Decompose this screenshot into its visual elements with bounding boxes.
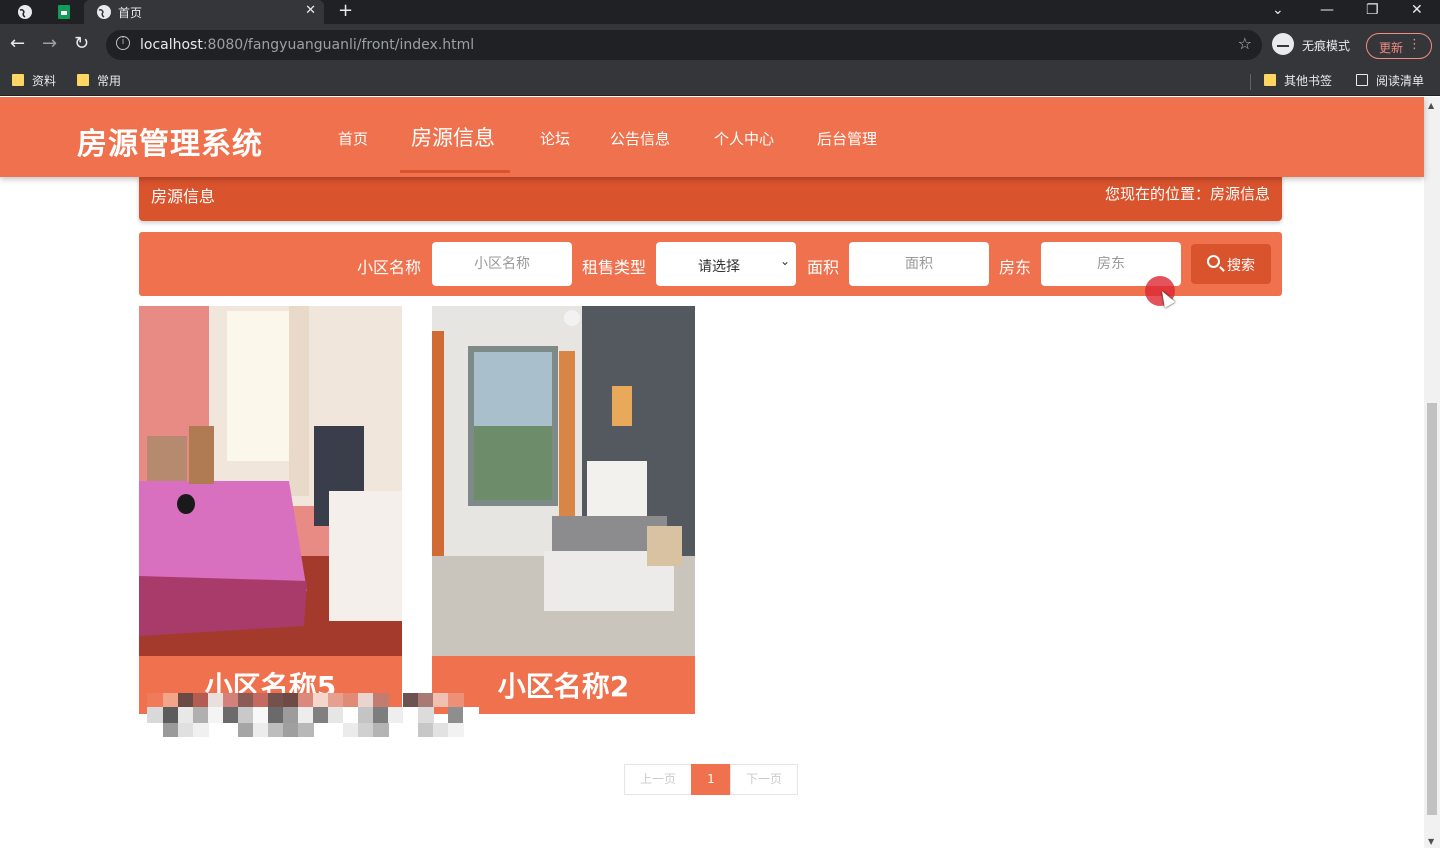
community-label: 小区名称	[357, 258, 422, 277]
search-icon	[1207, 255, 1220, 268]
url-text[interactable]: localhost:8080/fangyuanguanli/front/inde…	[140, 37, 474, 53]
reload-icon[interactable]: ↻	[74, 34, 89, 54]
restore-icon[interactable]: ❐	[1366, 2, 1379, 18]
incognito-icon	[1272, 33, 1294, 55]
section-title: 房源信息	[151, 187, 216, 206]
chevron-down-icon[interactable]: ⌄	[1272, 2, 1284, 18]
bookmarks-bar: 资料 常用 其他书签 阅读清单	[0, 66, 1440, 96]
close-window-icon[interactable]: ✕	[1411, 2, 1423, 18]
tab-title: 首页	[118, 6, 143, 20]
nav-personal-center[interactable]: 个人中心	[714, 128, 774, 149]
minimize-icon[interactable]: —	[1320, 2, 1334, 18]
search-button[interactable]: 搜索	[1191, 244, 1271, 284]
next-page-button[interactable]: 下一页	[730, 764, 798, 795]
forward-icon[interactable]: →	[42, 34, 57, 54]
site-title: 房源管理系统	[77, 127, 263, 162]
site-header: 房源管理系统 首页 房源信息 论坛 公告信息 个人中心 后台管理	[0, 97, 1424, 177]
scroll-down-icon[interactable]: ▼	[1428, 837, 1434, 846]
tab-home[interactable]: 首页 ✕	[84, 0, 324, 24]
prev-page-button[interactable]: 上一页	[624, 764, 692, 795]
address-bar[interactable]: i localhost:8080/fangyuanguanli/front/in…	[106, 30, 1262, 60]
community-input[interactable]	[432, 242, 572, 286]
divider	[1250, 74, 1251, 90]
nav-forum[interactable]: 论坛	[540, 128, 570, 149]
other-bookmarks[interactable]: 其他书签	[1264, 72, 1332, 90]
breadcrumb: 房源信息 您现在的位置：房源信息	[139, 175, 1282, 221]
folder-icon	[12, 74, 24, 86]
close-icon[interactable]: ✕	[305, 3, 316, 18]
page-scrollbar[interactable]: ▲ ▼	[1424, 97, 1440, 848]
reading-list[interactable]: 阅读清单	[1356, 72, 1424, 90]
scroll-up-icon[interactable]: ▲	[1428, 101, 1434, 110]
bookmark-folder[interactable]: 资料	[12, 72, 56, 90]
chevron-down-icon: ⌄	[779, 254, 790, 268]
location-text: 您现在的位置：房源信息	[1104, 185, 1270, 203]
plus-icon[interactable]: +	[338, 0, 353, 21]
type-label: 租售类型	[582, 258, 647, 277]
globe-icon	[97, 5, 111, 19]
back-icon[interactable]: ←	[10, 34, 25, 54]
more-icon: ⋮	[1408, 37, 1421, 52]
active-nav-underline	[400, 170, 510, 173]
listing-photo[interactable]	[139, 306, 402, 656]
page-1-button[interactable]: 1	[691, 764, 731, 795]
nav-home[interactable]: 首页	[338, 128, 368, 149]
nav-admin[interactable]: 后台管理	[817, 128, 877, 149]
listing-card[interactable]: 小区名称5	[139, 306, 402, 714]
browser-toolbar: ← → ↻ i localhost:8080/fangyuanguanli/fr…	[0, 24, 1440, 66]
page-content: 房源管理系统 首页 房源信息 论坛 公告信息 个人中心 后台管理 房源信息 您现…	[0, 97, 1440, 848]
bookmark-folder[interactable]: 常用	[77, 72, 121, 90]
globe-icon[interactable]	[17, 4, 33, 20]
pixelated-overlay	[147, 693, 479, 737]
nav-listings[interactable]: 房源信息	[411, 122, 495, 152]
update-button[interactable]: 更新 ⋮	[1366, 33, 1432, 59]
sheets-icon[interactable]	[56, 4, 72, 20]
reading-list-icon	[1356, 74, 1368, 86]
landlord-label: 房东	[999, 258, 1032, 277]
scroll-thumb[interactable]	[1427, 403, 1437, 815]
folder-icon	[1264, 74, 1276, 86]
nav-announcements[interactable]: 公告信息	[610, 128, 670, 149]
area-label: 面积	[807, 258, 840, 277]
folder-icon	[77, 74, 89, 86]
type-select[interactable]: 请选择 ⌄	[656, 242, 796, 286]
search-bar: 小区名称 租售类型 请选择 ⌄ 面积 房东 搜索	[139, 232, 1282, 296]
area-input[interactable]	[849, 242, 989, 286]
listing-photo[interactable]	[432, 306, 695, 656]
star-icon[interactable]: ☆	[1238, 34, 1252, 53]
info-icon[interactable]: i	[116, 36, 130, 50]
listing-card[interactable]: 小区名称2	[432, 306, 695, 714]
browser-tab-bar: 首页 ✕ + ⌄ — ❐ ✕	[0, 0, 1440, 24]
